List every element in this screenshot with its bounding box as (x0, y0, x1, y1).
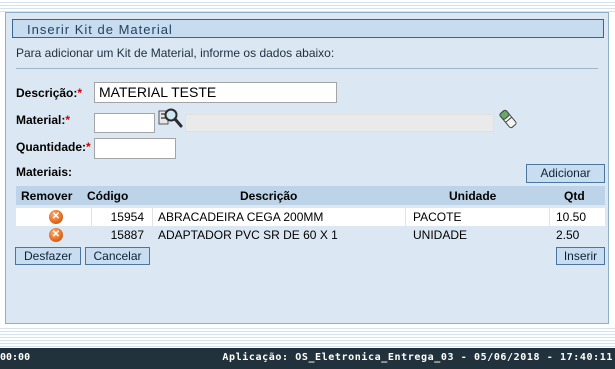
header-descricao: Descrição (240, 189, 298, 203)
panel-header: Inserir Kit de Material (12, 19, 604, 38)
material-code-input[interactable] (94, 113, 155, 133)
material-label-text: Material: (16, 113, 66, 127)
required-mark: * (65, 113, 71, 127)
descricao-label: Descrição:* (16, 86, 82, 100)
search-icon (158, 108, 183, 128)
required-mark: * (77, 86, 83, 100)
desfazer-button[interactable]: Desfazer (15, 247, 81, 265)
material-description-field (185, 114, 494, 132)
quantidade-input[interactable] (94, 138, 176, 159)
bottom-stripe-decoration (0, 326, 615, 348)
remove-x-icon[interactable]: ✕ (49, 228, 63, 242)
materials-table-header: Remover Código Descrição Unidade Qtd (16, 186, 605, 205)
materiais-label: Materiais: (16, 165, 73, 179)
table-row: ✕ 15887 ADAPTADOR PVC SR DE 60 X 1 UNIDA… (16, 226, 605, 244)
material-label: Material:* (16, 113, 70, 127)
divider (16, 68, 598, 69)
cell-qtd: 2.50 (556, 228, 580, 242)
cell-descricao: ABRACADEIRA CEGA 200MM (158, 210, 324, 224)
cancelar-button[interactable]: Cancelar (85, 247, 150, 265)
inserir-button[interactable]: Inserir (556, 247, 605, 265)
cell-qtd: 10.50 (556, 210, 587, 224)
cell-unidade: UNIDADE (413, 228, 468, 242)
adicionar-button[interactable]: Adicionar (526, 164, 605, 183)
cell-unidade: PACOTE (413, 210, 462, 224)
table-row: ✕ 15954 ABRACADEIRA CEGA 200MM PACOTE 10… (16, 208, 605, 226)
required-mark: * (86, 140, 91, 154)
header-unidade: Unidade (449, 189, 497, 203)
quantidade-label: Quantidade:* (16, 140, 91, 154)
header-remover: Remover (21, 189, 73, 203)
cell-codigo: 15887 (110, 228, 144, 242)
status-bar: 00:00 Aplicação: OS_Eletronica_Entrega_0… (0, 348, 615, 369)
eraser-icon[interactable] (498, 109, 518, 129)
quantidade-label-text: Quantidade: (16, 140, 87, 154)
status-application-info: Aplicação: OS_Eletronica_Entrega_03 - 05… (222, 352, 613, 363)
cell-codigo: 15954 (110, 210, 144, 224)
header-codigo: Código (87, 189, 129, 203)
insert-kit-panel: Inserir Kit de Material Para adicionar u… (5, 12, 609, 324)
status-timer: 00:00 (0, 352, 31, 363)
descricao-label-text: Descrição: (16, 86, 78, 100)
instruction-text: Para adicionar um Kit de Material, infor… (16, 46, 335, 60)
clear-field-icon (499, 109, 517, 129)
top-stripe-decoration (0, 0, 615, 12)
descricao-input[interactable]: MATERIAL TESTE (94, 82, 337, 103)
remove-x-icon[interactable]: ✕ (49, 210, 63, 224)
panel-title: Inserir Kit de Material (27, 22, 173, 37)
search-material-icon[interactable] (157, 107, 185, 131)
cell-descricao: ADAPTADOR PVC SR DE 60 X 1 (158, 228, 338, 242)
header-qtd: Qtd (564, 189, 585, 203)
